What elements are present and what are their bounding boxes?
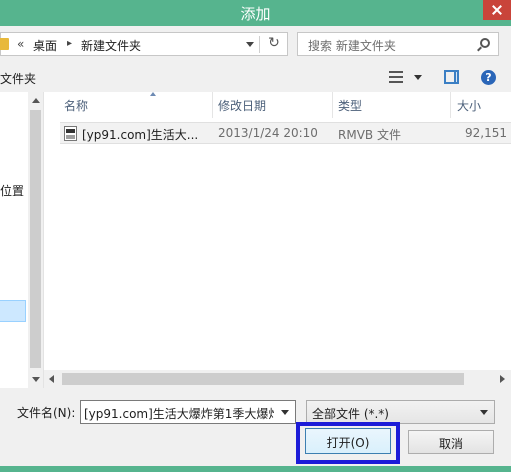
column-divider[interactable] (212, 92, 213, 118)
search-box[interactable]: 搜索 新建文件夹 (297, 32, 499, 56)
file-modified: 2013/1/24 20:10 (218, 126, 318, 140)
column-header-type[interactable]: 类型 (338, 92, 450, 118)
breadcrumb-new-folder[interactable]: 新建文件夹 (81, 37, 141, 54)
toolbar: 文件夹 ? (0, 62, 511, 92)
folder-icon (0, 38, 9, 50)
filename-row: 文件名(N): [yp91.com]生活大爆炸第1季大爆炸 全部文件 (*.*) (0, 400, 511, 424)
breadcrumb-separator-icon[interactable]: ▸ (67, 38, 72, 49)
search-icon[interactable] (480, 38, 490, 48)
nav-vertical-scrollbar[interactable] (28, 92, 43, 388)
horizontal-scrollbar[interactable] (44, 370, 511, 388)
column-label-name: 名称 (64, 99, 89, 113)
scroll-up-icon[interactable] (32, 98, 40, 103)
cancel-button[interactable]: 取消 (408, 430, 494, 454)
file-list: 名称 修改日期 类型 大小 [yp91.com]生活大... 2013/1/24… (44, 92, 511, 388)
scroll-down-icon[interactable] (32, 377, 40, 382)
filename-label: 文件名(N): (17, 406, 76, 420)
new-folder-button[interactable]: 文件夹 (0, 70, 36, 87)
column-header-modified[interactable]: 修改日期 (218, 92, 332, 118)
filename-dropdown-icon[interactable] (281, 410, 289, 415)
column-label-size: 大小 (457, 99, 482, 113)
file-name: [yp91.com]生活大... (82, 128, 199, 142)
title-bar: 添加 (0, 0, 511, 26)
scroll-thumb[interactable] (30, 110, 41, 368)
file-dialog: « 桌面 ▸ 新建文件夹 ↻ 搜索 新建文件夹 文件夹 ? 位置 名称 修改日期… (0, 26, 511, 466)
address-divider (259, 36, 260, 53)
address-dropdown-icon[interactable] (246, 42, 254, 47)
open-button[interactable]: 打开(O) (305, 428, 391, 454)
video-file-icon (64, 126, 77, 141)
window-bottom-border (0, 466, 511, 472)
horizontal-scroll-thumb[interactable] (62, 373, 464, 385)
filename-input[interactable]: [yp91.com]生活大爆炸第1季大爆炸 (84, 405, 274, 422)
window-title: 添加 (240, 5, 271, 23)
navigation-pane: 位置 (0, 92, 44, 388)
address-row: « 桌面 ▸ 新建文件夹 ↻ 搜索 新建文件夹 (0, 32, 511, 56)
refresh-icon[interactable]: ↻ (264, 35, 284, 53)
filetype-dropdown-icon[interactable] (480, 410, 488, 415)
nav-selected-item[interactable] (0, 300, 26, 322)
column-divider[interactable] (332, 92, 333, 118)
column-divider[interactable] (450, 92, 451, 118)
file-row[interactable]: [yp91.com]生活大... 2013/1/24 20:10 RMVB 文件… (60, 122, 511, 144)
sort-ascending-icon (150, 92, 156, 96)
column-header-name[interactable]: 名称 (64, 92, 212, 118)
scroll-left-icon[interactable] (49, 375, 54, 383)
file-size: 92,151 K (465, 126, 511, 140)
column-label-modified: 修改日期 (218, 99, 267, 113)
help-icon[interactable]: ? (481, 70, 496, 85)
search-placeholder: 搜索 新建文件夹 (308, 39, 396, 53)
preview-pane-icon[interactable] (444, 70, 459, 84)
filetype-value: 全部文件 (*.*) (312, 407, 389, 421)
address-bar[interactable]: « 桌面 ▸ 新建文件夹 ↻ (0, 32, 288, 56)
nav-item-locations[interactable]: 位置 (0, 182, 24, 199)
view-options-icon[interactable] (389, 71, 403, 83)
file-type: RMVB 文件 (338, 128, 401, 142)
column-label-type: 类型 (338, 99, 363, 113)
view-dropdown-icon[interactable] (414, 75, 422, 80)
breadcrumb-overflow[interactable]: « (17, 37, 24, 51)
filename-combobox[interactable]: [yp91.com]生活大爆炸第1季大爆炸 (80, 400, 296, 424)
breadcrumb-desktop[interactable]: 桌面 (33, 37, 57, 54)
filetype-select[interactable]: 全部文件 (*.*) (306, 400, 495, 424)
close-button[interactable] (483, 0, 511, 20)
column-header-size[interactable]: 大小 (457, 92, 511, 118)
scroll-right-icon[interactable] (500, 375, 505, 383)
